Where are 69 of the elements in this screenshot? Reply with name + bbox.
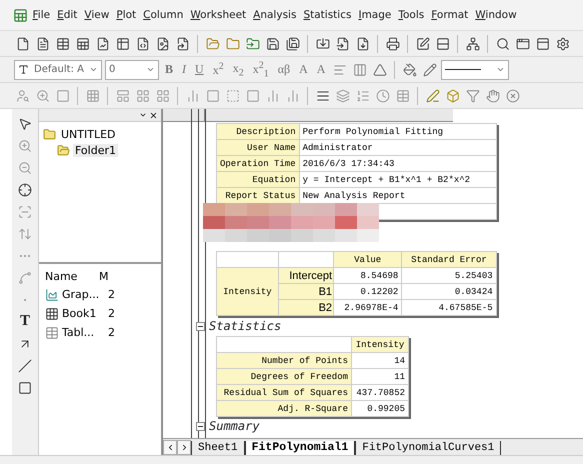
table-cell: 0.99205 [352,400,408,416]
table-cell: 5.25403 [402,268,496,284]
row-header: Adj. R-Square [216,400,352,416]
format-button[interactable]: A [314,62,328,77]
column-header: Value [334,252,402,268]
row-group-header: Intensity [216,268,278,316]
font-dropdown[interactable]: Default: A [14,60,102,80]
menu-item[interactable]: Analysis [250,9,300,21]
menu-item[interactable]: Statistics [300,9,355,21]
menu-item[interactable]: Plot [112,9,140,21]
item-count: 2 [108,326,115,339]
table-cell: Operation Time [216,156,300,172]
row-header: B2 [278,300,334,316]
table-cell: Report Status [216,188,300,204]
table-cell: 0.12202 [334,284,402,300]
row-header: Intercept [278,268,334,284]
column-header: Intensity [352,336,408,352]
table-cell: 14 [352,352,408,368]
format-button[interactable]: x$_{2}$ [230,60,247,78]
item-name[interactable]: Book1 [62,307,106,320]
row-header: Degrees of Freedom [216,368,352,384]
sheet-tab[interactable]: FitPolynomial1 [244,441,356,455]
menu-item[interactable]: Window [472,9,520,21]
menu-item[interactable]: Worksheet [186,9,250,21]
tree-item[interactable]: UNTITLED [59,128,118,141]
table-cell: 11 [352,368,408,384]
table-cell: Equation [216,172,300,188]
menu-item[interactable]: Tools [394,9,428,21]
format-button[interactable]: I [179,62,190,77]
table-cell: 2.96978E-4 [334,300,402,316]
column-header: Standard Error [402,252,496,268]
format-button[interactable]: B [162,62,176,77]
table-cell: User Name [216,140,300,156]
tree-item[interactable]: Folder1 [73,144,118,157]
table-cell: Perform Polynomial Fitting [299,124,496,140]
font-size-dropdown[interactable]: 0 [105,60,159,80]
row-header: Number of Points [216,352,352,368]
row-header: B1 [278,284,334,300]
table-cell: Administrator [299,140,496,156]
table-cell: 8.54698 [334,268,402,284]
table-cell: y = Intercept + B1*x^1 + B2*x^2 [299,172,496,188]
row-header: Residual Sum of Squares [216,384,352,400]
item-count: 2 [108,288,115,301]
table-cell: New Analysis Report [299,188,496,204]
item-count: 2 [108,307,115,320]
menu-item[interactable]: File [29,9,54,21]
section-title: Statistics [209,319,282,333]
table-cell: 437.70852 [352,384,408,400]
table-cell: Description [216,124,300,140]
table-cell: 4.67585E-5 [402,300,496,316]
menu-item[interactable]: Image [354,9,395,21]
sheet-tab[interactable]: Sheet1 [191,441,245,455]
format-button[interactable]: αβ [274,62,294,77]
item-name[interactable]: Grap... [62,288,106,301]
table-cell: 0.03424 [402,284,496,300]
sheet-tab[interactable]: FitPolynomialCurves1 [355,441,502,455]
menu-item[interactable]: Edit [54,9,81,21]
format-button[interactable]: x$^{2}$ [210,61,227,78]
format-button[interactable]: A [296,62,311,77]
menu-item[interactable]: View [80,9,113,21]
table-cell: 2016/6/3 17:34:43 [299,156,496,172]
format-button[interactable]: U [192,62,207,77]
text-tool[interactable]: T [20,313,30,330]
menu-item[interactable]: Column [140,9,187,21]
menu-item[interactable]: Format [428,9,472,21]
section-title: Summary [209,419,260,433]
list-header[interactable]: M [99,270,108,283]
list-header[interactable]: Name [45,270,85,283]
item-name[interactable]: Tabl... [62,326,106,339]
